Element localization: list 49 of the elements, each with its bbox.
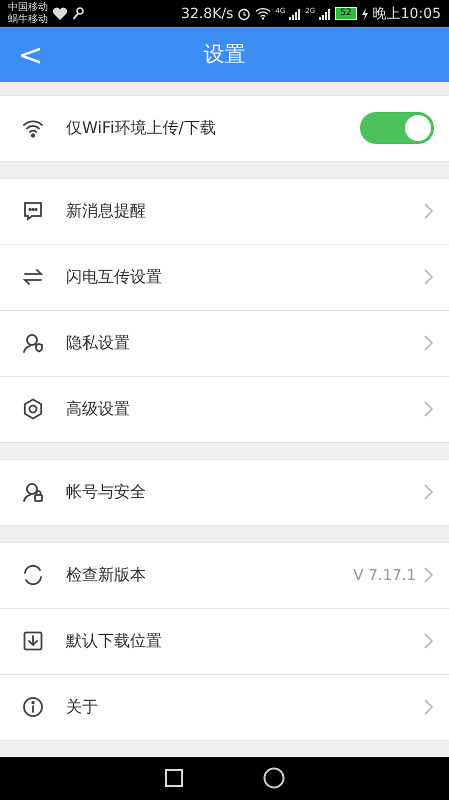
- settings-row[interactable]: 新消息提醒: [0, 178, 449, 245]
- battery-indicator: 52: [335, 7, 357, 20]
- setting-label: 帐号与安全: [66, 482, 147, 503]
- page-title: 设置: [204, 41, 246, 68]
- chevron-icon: [424, 203, 433, 220]
- chevron-icon: [424, 401, 433, 418]
- settings-row[interactable]: 闪电互传设置: [0, 244, 449, 311]
- setting-label: 关于: [66, 696, 99, 718]
- settings-row[interactable]: 检查新版本 V 7.17.1: [0, 542, 449, 609]
- home-icon[interactable]: [262, 767, 284, 790]
- settings-row[interactable]: 高级设置: [0, 376, 449, 442]
- setting-label: 新消息提醒: [66, 200, 147, 222]
- chevron-icon: [424, 269, 433, 286]
- person-lock-icon: [21, 480, 45, 504]
- setting-label: 高级设置: [66, 398, 131, 420]
- settings-row[interactable]: 帐号与安全: [0, 460, 449, 525]
- chat-bubble-icon: [21, 199, 45, 224]
- carrier-name: 中国移动: [8, 2, 48, 14]
- chevron-icon: [424, 699, 433, 716]
- chevron-icon: [424, 567, 433, 584]
- gear-icon: [21, 397, 45, 422]
- signal-bars-icon: [289, 8, 302, 20]
- setting-label: 隐私设置: [66, 332, 131, 354]
- chevron-icon: [424, 484, 433, 500]
- settings-row[interactable]: 默认下载位置: [0, 608, 449, 675]
- settings-row[interactable]: 关于: [0, 674, 449, 740]
- chevron-icon: [424, 633, 433, 650]
- clock: 晚上10:05: [372, 4, 441, 23]
- alarm-icon: [237, 6, 252, 21]
- charging-icon: [360, 8, 369, 20]
- settings-row[interactable]: 仅WiFi环境上传/下载: [0, 96, 449, 161]
- chevron-icon: [424, 335, 433, 352]
- setting-label: 默认下载位置: [66, 630, 163, 652]
- setting-label: 检查新版本: [66, 564, 147, 586]
- toggle-switch[interactable]: [360, 112, 434, 144]
- heart-icon: [52, 6, 68, 21]
- carrier-name: 蜗牛移动: [8, 14, 48, 26]
- settings-row[interactable]: 隐私设置: [0, 310, 449, 377]
- setting-label: 闪电互传设置: [66, 266, 163, 288]
- info-icon: [21, 695, 45, 720]
- network-speed: 32.8K/s: [181, 6, 234, 22]
- wifi-signal-icon: [255, 7, 272, 20]
- signal-bars-icon: [319, 8, 332, 20]
- download-icon: [21, 629, 45, 654]
- recent-apps-icon[interactable]: [164, 769, 182, 788]
- version-number: V 7.17.1: [353, 566, 416, 584]
- setting-label: 仅WiFi环境上传/下载: [66, 118, 217, 139]
- refresh-icon: [21, 563, 45, 588]
- person-shield-icon: [21, 331, 45, 356]
